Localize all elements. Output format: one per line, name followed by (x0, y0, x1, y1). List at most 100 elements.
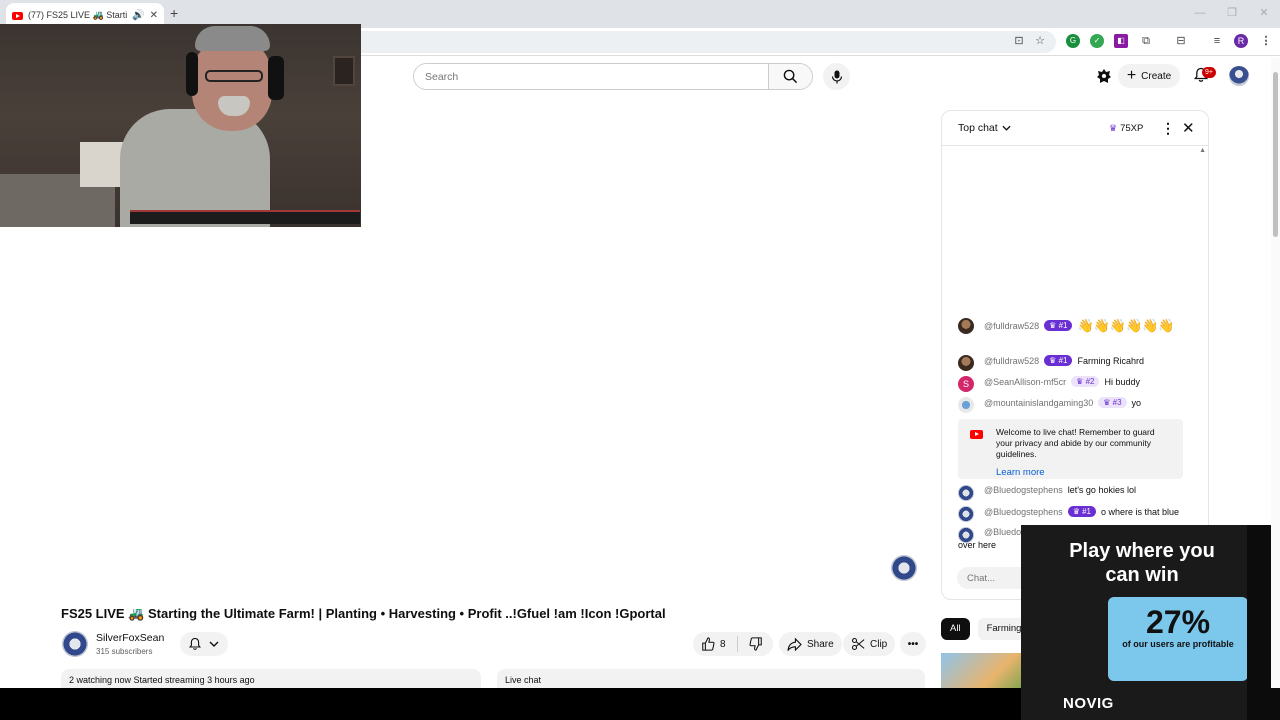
chip-all[interactable]: All (941, 618, 970, 640)
restore-button[interactable]: ❐ (1216, 0, 1248, 26)
live-chat-panel-header[interactable]: Live chat (497, 669, 925, 689)
profile-avatar[interactable]: R (1234, 34, 1248, 48)
more-horizontal-icon: ••• (907, 638, 919, 650)
learn-more-link[interactable]: Learn more (996, 467, 1173, 478)
welcome-notice: Welcome to live chat! Remember to guard … (958, 419, 1183, 479)
account-avatar[interactable] (1229, 66, 1249, 86)
user-avatar[interactable] (958, 485, 974, 501)
chat-username[interactable]: @SeanAllison-mf5cr (984, 377, 1066, 387)
tab-title: (77) FS25 LIVE 🚜 Starting (28, 10, 128, 20)
xp-value: 75XP (1120, 123, 1144, 134)
bell-icon (189, 637, 201, 650)
notification-badge: 9+ (1202, 67, 1216, 78)
chevron-down-icon (209, 641, 219, 647)
new-tab-button[interactable]: + (170, 5, 178, 21)
ad-stat-box: 27% of our users are profitable (1108, 597, 1248, 681)
chat-username[interactable]: @fulldraw528 (984, 356, 1039, 366)
description-box[interactable]: 2 watching now Started streaming 3 hours… (61, 669, 481, 689)
share-label: Share (807, 638, 834, 650)
window-controls: — ❐ ✕ (1184, 0, 1280, 26)
youtube-favicon-icon (12, 11, 23, 20)
more-actions-button[interactable]: ••• (900, 632, 926, 656)
extension-purple-icon[interactable]: ◧ (1114, 34, 1128, 48)
browser-menu-icon[interactable]: ⋮ (1259, 34, 1273, 48)
address-bar[interactable] (340, 31, 1056, 53)
chat-mode-label: Top chat (958, 122, 998, 134)
rank-badge: ♛ #2 (1071, 376, 1100, 387)
share-button[interactable]: Share (779, 632, 842, 656)
install-app-icon[interactable]: ⊡ (1012, 34, 1026, 48)
welcome-text: Welcome to live chat! Remember to guard … (996, 427, 1155, 459)
extension-check-icon[interactable]: ✓ (1090, 34, 1104, 48)
page-scrollbar[interactable] (1271, 58, 1280, 688)
chat-username[interactable]: @Bluedogstephens (984, 485, 1063, 495)
search-button[interactable] (768, 64, 812, 89)
create-button[interactable]: + Create (1118, 64, 1180, 88)
chat-message: @Bluedogstephens ♛ #1 o where is that bl… (958, 506, 1193, 522)
chat-message: @fulldraw528 ♛ #1 Farming Ricahrd (958, 355, 1193, 371)
rank-badge: ♛ #1 (1044, 320, 1073, 331)
xp-badge[interactable]: ♛ 75XP (1109, 123, 1143, 134)
channel-name[interactable]: SilverFoxSean (96, 632, 164, 644)
ad-percent: 27% (1145, 604, 1211, 640)
ad-subtext: of our users are profitable (1122, 639, 1234, 649)
video-player[interactable] (361, 96, 931, 596)
chat-header: Top chat ♛ 75XP ⋮ ✕ (942, 111, 1208, 146)
bottom-black-bar (0, 688, 1021, 720)
notification-settings-button[interactable] (180, 632, 228, 656)
minimize-button[interactable]: — (1184, 0, 1216, 26)
like-count: 8 (720, 638, 726, 650)
recommended-video-thumbnail[interactable] (941, 653, 1031, 689)
dislike-thumb-icon[interactable] (749, 637, 763, 651)
stream-status: 2 watching now Started streaming 3 hours… (69, 675, 255, 685)
user-avatar[interactable] (958, 506, 974, 522)
close-window-button[interactable]: ✕ (1248, 0, 1280, 26)
chat-username[interactable]: @mountainislandgaming30 (984, 398, 1093, 408)
chat-close-icon[interactable]: ✕ (1182, 119, 1195, 137)
user-avatar[interactable] (958, 355, 974, 371)
channel-watermark-icon[interactable] (891, 555, 917, 581)
chevron-down-icon (1002, 125, 1011, 131)
search-icon (783, 69, 798, 84)
reading-list-icon[interactable]: ≡ (1210, 34, 1224, 48)
youtube-logo-icon (970, 430, 983, 439)
chat-text: over here (958, 540, 997, 550)
tab-close-icon[interactable]: ✕ (150, 10, 158, 21)
bookmark-star-icon[interactable]: ☆ (1033, 34, 1047, 48)
speaker-icon[interactable]: 🔊 (132, 10, 144, 21)
chat-message: @Bluedogstephens let's go hokies lol (958, 485, 1193, 501)
chat-username[interactable]: @Bluedo (984, 527, 1021, 537)
user-avatar[interactable] (958, 318, 974, 334)
extension-grammarly-icon[interactable]: G (1066, 34, 1080, 48)
rank-badge: ♛ #3 (1098, 397, 1127, 408)
chat-text: Farming Ricahrd (1077, 355, 1145, 366)
chat-username[interactable]: @Bluedogstephens (984, 507, 1063, 517)
user-avatar[interactable] (958, 397, 974, 413)
studio-icon[interactable] (1096, 68, 1112, 84)
share-arrow-icon (787, 637, 802, 651)
chat-username[interactable]: @fulldraw528 (984, 321, 1039, 331)
ad-headline: Play where you can win (1069, 540, 1215, 586)
extensions-puzzle-icon[interactable]: ⧉ (1139, 34, 1153, 48)
ad-overlay[interactable]: Play where you can win 27% of our users … (1021, 525, 1280, 720)
live-chat-label: Live chat (505, 675, 542, 685)
scissors-icon (851, 637, 865, 651)
scroll-up-icon[interactable]: ▲ (1199, 147, 1206, 154)
like-thumb-icon[interactable] (701, 637, 715, 651)
clip-button[interactable]: Clip (843, 632, 896, 656)
tab-search-icon[interactable]: ⊟ (1174, 34, 1188, 48)
channel-avatar[interactable] (62, 631, 88, 657)
plus-icon: + (1126, 67, 1137, 84)
chat-message: S @SeanAllison-mf5cr ♛ #2 Hi buddy (958, 376, 1193, 392)
chat-text: let's go hokies lol (1067, 485, 1136, 495)
search-input[interactable] (414, 64, 768, 89)
scrollbar-thumb[interactable] (1273, 72, 1278, 237)
ad-brand: NOVIG (1063, 695, 1114, 712)
chat-mode-dropdown[interactable]: Top chat (958, 122, 1011, 134)
chat-menu-icon[interactable]: ⋮ (1161, 120, 1175, 137)
chat-text: 👋👋👋👋👋👋 (1077, 318, 1175, 333)
chat-text: Hi buddy (1104, 376, 1141, 387)
user-avatar[interactable]: S (958, 376, 974, 392)
chat-text: o where is that blue (1101, 506, 1180, 517)
voice-search-button[interactable] (823, 63, 850, 90)
